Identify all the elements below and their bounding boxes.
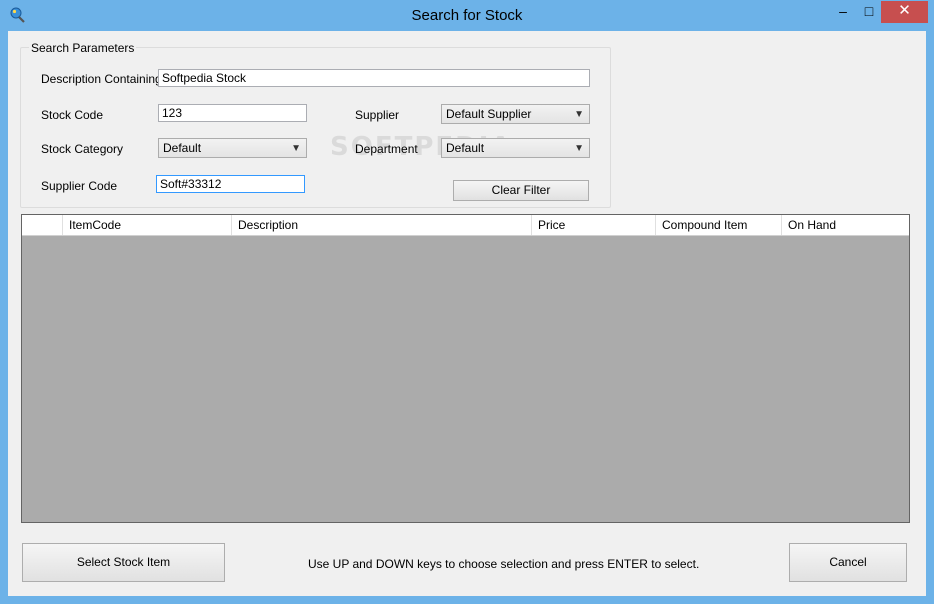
stock-category-select[interactable]: Default ▼: [158, 138, 307, 158]
stock-code-label: Stock Code: [41, 108, 104, 122]
grid-header: ItemCode Description Price Compound Item…: [22, 215, 909, 236]
description-input[interactable]: Softpedia Stock: [158, 69, 590, 87]
stock-category-label: Stock Category: [41, 142, 124, 156]
supplier-code-label: Supplier Code: [41, 179, 118, 193]
department-select-value: Default: [446, 141, 485, 155]
title-bar[interactable]: Search for Stock – □ ✕: [0, 0, 934, 31]
chevron-down-icon: ▼: [574, 109, 584, 120]
client-area: Search Parameters Description Containing…: [8, 31, 926, 596]
stock-results-grid[interactable]: ItemCode Description Price Compound Item…: [21, 214, 910, 523]
keyboard-hint: Use UP and DOWN keys to choose selection…: [308, 557, 700, 571]
supplier-select[interactable]: Default Supplier ▼: [441, 104, 590, 124]
window-title: Search for Stock: [411, 7, 523, 24]
department-label: Department: [355, 142, 418, 156]
supplier-label: Supplier: [355, 108, 400, 122]
column-header-description[interactable]: Description: [232, 215, 532, 235]
column-header-price[interactable]: Price: [532, 215, 656, 235]
description-label: Description Containing: [41, 72, 162, 86]
stock-code-input[interactable]: 123: [158, 104, 307, 122]
chevron-down-icon: ▼: [291, 143, 301, 154]
maximize-button[interactable]: □: [854, 1, 884, 23]
cancel-button[interactable]: Cancel: [789, 543, 907, 582]
stock-category-select-value: Default: [163, 141, 202, 155]
column-header-on-hand[interactable]: On Hand: [782, 215, 909, 235]
column-header-itemcode[interactable]: ItemCode: [63, 215, 232, 235]
row-selector-header[interactable]: [22, 215, 63, 235]
chevron-down-icon: ▼: [574, 143, 584, 154]
select-stock-item-button[interactable]: Select Stock Item: [22, 543, 225, 582]
close-button[interactable]: ✕: [881, 1, 928, 23]
search-parameters-legend: Search Parameters: [29, 41, 137, 55]
supplier-select-value: Default Supplier: [446, 107, 532, 121]
column-header-compound-item[interactable]: Compound Item: [656, 215, 782, 235]
search-for-stock-window: Search for Stock – □ ✕ Search Parameters…: [0, 0, 934, 604]
supplier-code-input[interactable]: Soft#33312: [156, 175, 305, 193]
department-select[interactable]: Default ▼: [441, 138, 590, 158]
clear-filter-button[interactable]: Clear Filter: [453, 180, 589, 201]
